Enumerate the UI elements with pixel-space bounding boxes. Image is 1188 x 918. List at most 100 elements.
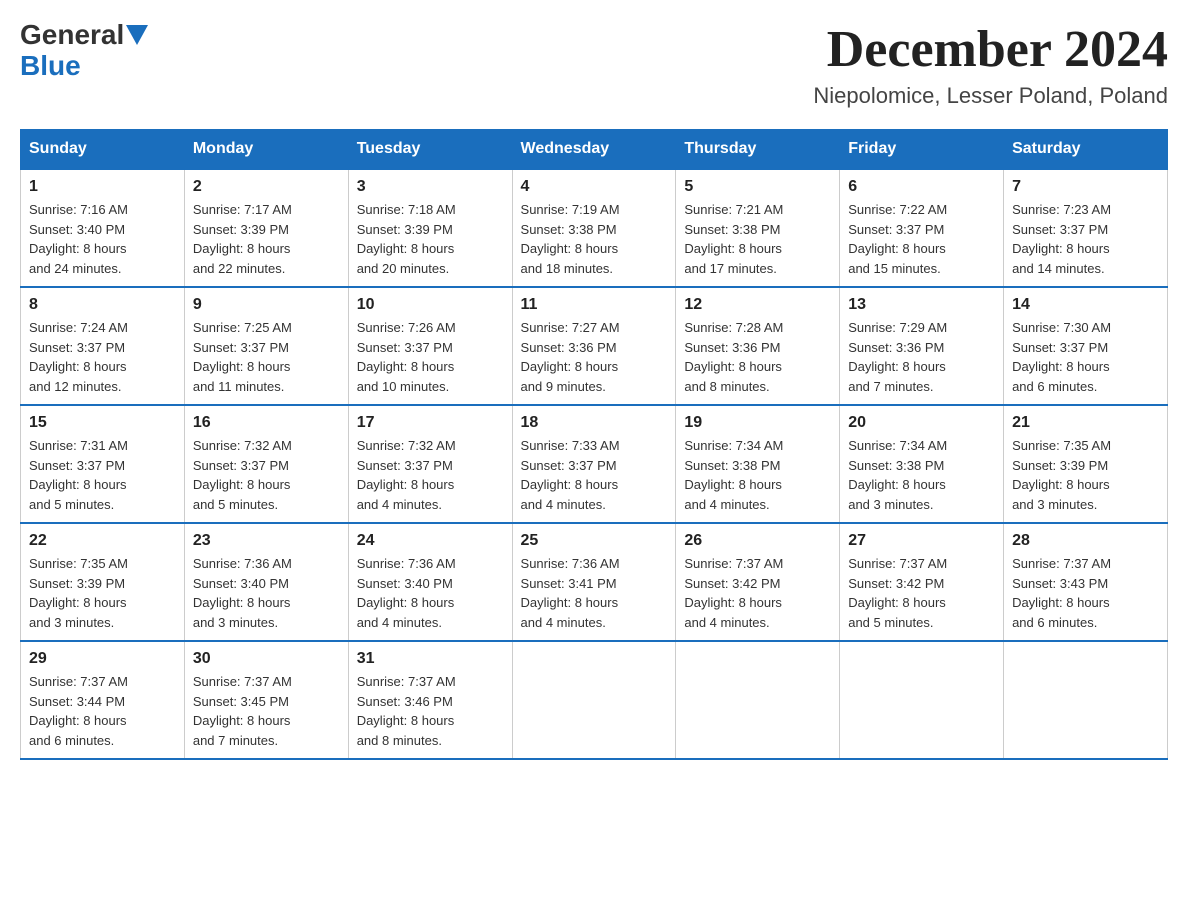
table-row: 10 Sunrise: 7:26 AM Sunset: 3:37 PM Dayl… [348,287,512,405]
table-row: 23 Sunrise: 7:36 AM Sunset: 3:40 PM Dayl… [184,523,348,641]
day-number: 1 [29,178,176,196]
day-number: 11 [521,296,668,314]
day-info: Sunrise: 7:34 AM Sunset: 3:38 PM Dayligh… [684,436,831,514]
day-info: Sunrise: 7:33 AM Sunset: 3:37 PM Dayligh… [521,436,668,514]
calendar-week-row: 8 Sunrise: 7:24 AM Sunset: 3:37 PM Dayli… [21,287,1168,405]
header-tuesday: Tuesday [348,130,512,170]
day-number: 12 [684,296,831,314]
day-info: Sunrise: 7:36 AM Sunset: 3:40 PM Dayligh… [357,554,504,632]
table-row: 15 Sunrise: 7:31 AM Sunset: 3:37 PM Dayl… [21,405,185,523]
calendar-table: Sunday Monday Tuesday Wednesday Thursday… [20,129,1168,760]
day-number: 10 [357,296,504,314]
day-number: 19 [684,414,831,432]
logo: General Blue [20,20,148,82]
table-row: 9 Sunrise: 7:25 AM Sunset: 3:37 PM Dayli… [184,287,348,405]
day-info: Sunrise: 7:30 AM Sunset: 3:37 PM Dayligh… [1012,318,1159,396]
day-info: Sunrise: 7:23 AM Sunset: 3:37 PM Dayligh… [1012,200,1159,278]
table-row: 31 Sunrise: 7:37 AM Sunset: 3:46 PM Dayl… [348,641,512,759]
header-sunday: Sunday [21,130,185,170]
table-row: 1 Sunrise: 7:16 AM Sunset: 3:40 PM Dayli… [21,169,185,287]
table-row [1004,641,1168,759]
day-number: 21 [1012,414,1159,432]
day-number: 23 [193,532,340,550]
logo-blue-text: Blue [20,51,81,82]
table-row: 20 Sunrise: 7:34 AM Sunset: 3:38 PM Dayl… [840,405,1004,523]
table-row: 26 Sunrise: 7:37 AM Sunset: 3:42 PM Dayl… [676,523,840,641]
day-number: 9 [193,296,340,314]
day-info: Sunrise: 7:36 AM Sunset: 3:41 PM Dayligh… [521,554,668,632]
day-info: Sunrise: 7:25 AM Sunset: 3:37 PM Dayligh… [193,318,340,396]
day-info: Sunrise: 7:36 AM Sunset: 3:40 PM Dayligh… [193,554,340,632]
day-number: 13 [848,296,995,314]
table-row [512,641,676,759]
day-number: 6 [848,178,995,196]
table-row: 14 Sunrise: 7:30 AM Sunset: 3:37 PM Dayl… [1004,287,1168,405]
day-info: Sunrise: 7:37 AM Sunset: 3:42 PM Dayligh… [684,554,831,632]
table-row: 27 Sunrise: 7:37 AM Sunset: 3:42 PM Dayl… [840,523,1004,641]
logo-general-text: General [20,20,124,51]
calendar-week-row: 15 Sunrise: 7:31 AM Sunset: 3:37 PM Dayl… [21,405,1168,523]
day-info: Sunrise: 7:16 AM Sunset: 3:40 PM Dayligh… [29,200,176,278]
day-info: Sunrise: 7:35 AM Sunset: 3:39 PM Dayligh… [1012,436,1159,514]
table-row: 7 Sunrise: 7:23 AM Sunset: 3:37 PM Dayli… [1004,169,1168,287]
header-thursday: Thursday [676,130,840,170]
day-info: Sunrise: 7:26 AM Sunset: 3:37 PM Dayligh… [357,318,504,396]
day-info: Sunrise: 7:37 AM Sunset: 3:42 PM Dayligh… [848,554,995,632]
day-number: 15 [29,414,176,432]
day-number: 5 [684,178,831,196]
table-row: 24 Sunrise: 7:36 AM Sunset: 3:40 PM Dayl… [348,523,512,641]
calendar-week-row: 29 Sunrise: 7:37 AM Sunset: 3:44 PM Dayl… [21,641,1168,759]
header-saturday: Saturday [1004,130,1168,170]
table-row [676,641,840,759]
header-friday: Friday [840,130,1004,170]
table-row: 19 Sunrise: 7:34 AM Sunset: 3:38 PM Dayl… [676,405,840,523]
day-number: 8 [29,296,176,314]
day-number: 4 [521,178,668,196]
day-info: Sunrise: 7:29 AM Sunset: 3:36 PM Dayligh… [848,318,995,396]
day-number: 25 [521,532,668,550]
day-info: Sunrise: 7:19 AM Sunset: 3:38 PM Dayligh… [521,200,668,278]
day-info: Sunrise: 7:32 AM Sunset: 3:37 PM Dayligh… [193,436,340,514]
calendar-title: December 2024 [813,20,1168,79]
calendar-header-row: Sunday Monday Tuesday Wednesday Thursday… [21,130,1168,170]
day-info: Sunrise: 7:22 AM Sunset: 3:37 PM Dayligh… [848,200,995,278]
table-row: 29 Sunrise: 7:37 AM Sunset: 3:44 PM Dayl… [21,641,185,759]
day-number: 30 [193,650,340,668]
table-row: 13 Sunrise: 7:29 AM Sunset: 3:36 PM Dayl… [840,287,1004,405]
title-section: December 2024 Niepolomice, Lesser Poland… [813,20,1168,109]
day-info: Sunrise: 7:24 AM Sunset: 3:37 PM Dayligh… [29,318,176,396]
day-number: 27 [848,532,995,550]
table-row: 2 Sunrise: 7:17 AM Sunset: 3:39 PM Dayli… [184,169,348,287]
table-row: 12 Sunrise: 7:28 AM Sunset: 3:36 PM Dayl… [676,287,840,405]
table-row: 18 Sunrise: 7:33 AM Sunset: 3:37 PM Dayl… [512,405,676,523]
calendar-week-row: 22 Sunrise: 7:35 AM Sunset: 3:39 PM Dayl… [21,523,1168,641]
header-monday: Monday [184,130,348,170]
calendar-week-row: 1 Sunrise: 7:16 AM Sunset: 3:40 PM Dayli… [21,169,1168,287]
day-info: Sunrise: 7:28 AM Sunset: 3:36 PM Dayligh… [684,318,831,396]
day-info: Sunrise: 7:37 AM Sunset: 3:46 PM Dayligh… [357,672,504,750]
day-number: 14 [1012,296,1159,314]
table-row: 21 Sunrise: 7:35 AM Sunset: 3:39 PM Dayl… [1004,405,1168,523]
day-info: Sunrise: 7:32 AM Sunset: 3:37 PM Dayligh… [357,436,504,514]
day-number: 28 [1012,532,1159,550]
day-info: Sunrise: 7:34 AM Sunset: 3:38 PM Dayligh… [848,436,995,514]
header-wednesday: Wednesday [512,130,676,170]
calendar-subtitle: Niepolomice, Lesser Poland, Poland [813,83,1168,109]
table-row: 6 Sunrise: 7:22 AM Sunset: 3:37 PM Dayli… [840,169,1004,287]
day-info: Sunrise: 7:35 AM Sunset: 3:39 PM Dayligh… [29,554,176,632]
day-number: 29 [29,650,176,668]
day-number: 18 [521,414,668,432]
day-number: 24 [357,532,504,550]
table-row: 28 Sunrise: 7:37 AM Sunset: 3:43 PM Dayl… [1004,523,1168,641]
table-row: 16 Sunrise: 7:32 AM Sunset: 3:37 PM Dayl… [184,405,348,523]
table-row: 17 Sunrise: 7:32 AM Sunset: 3:37 PM Dayl… [348,405,512,523]
day-info: Sunrise: 7:31 AM Sunset: 3:37 PM Dayligh… [29,436,176,514]
page-header: General Blue December 2024 Niepolomice, … [20,20,1168,109]
day-number: 31 [357,650,504,668]
day-number: 2 [193,178,340,196]
logo-arrow-icon [126,25,148,47]
day-info: Sunrise: 7:18 AM Sunset: 3:39 PM Dayligh… [357,200,504,278]
day-number: 26 [684,532,831,550]
day-info: Sunrise: 7:37 AM Sunset: 3:44 PM Dayligh… [29,672,176,750]
table-row: 11 Sunrise: 7:27 AM Sunset: 3:36 PM Dayl… [512,287,676,405]
